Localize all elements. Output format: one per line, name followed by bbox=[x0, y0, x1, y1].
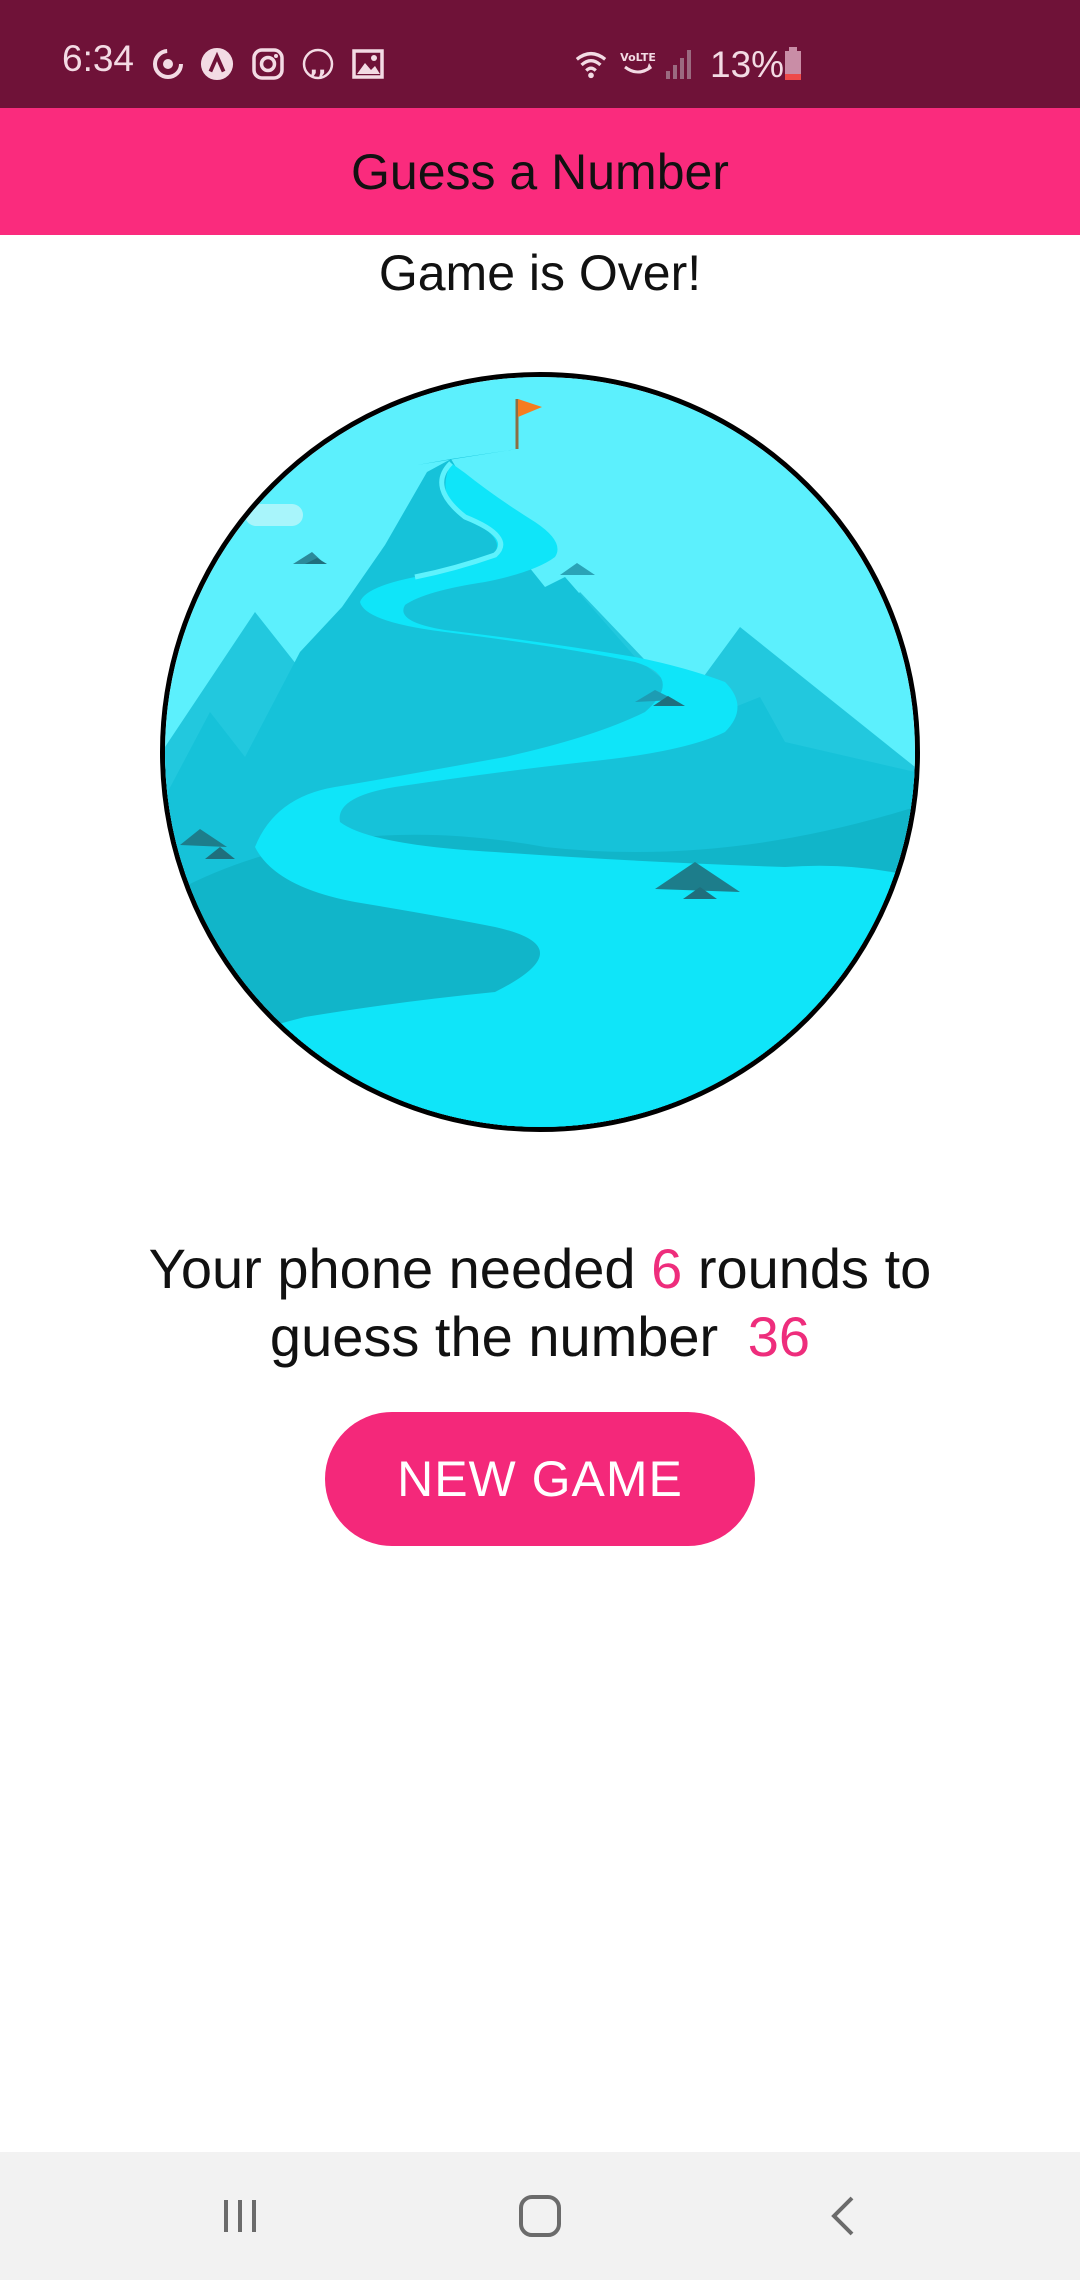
volte-label: VoLTE bbox=[620, 51, 656, 64]
status-time: 6:34 bbox=[62, 38, 135, 79]
navigation-bar bbox=[0, 2152, 1080, 2280]
wifi-icon bbox=[574, 47, 608, 81]
back-icon[interactable] bbox=[804, 2176, 884, 2256]
volte-icon: VoLTE bbox=[619, 47, 657, 81]
signal-icon bbox=[662, 47, 696, 81]
app-title: Guess a Number bbox=[351, 143, 729, 200]
quote-icon: ,, bbox=[301, 47, 335, 81]
svg-text:,,: ,, bbox=[310, 55, 327, 80]
app-header: Guess a Number bbox=[0, 108, 1080, 235]
mountain-summit-illustration bbox=[165, 377, 915, 1127]
sync-icon bbox=[151, 47, 185, 81]
app-a-icon bbox=[200, 47, 234, 81]
gallery-icon bbox=[351, 47, 385, 81]
game-over-title: Game is Over! bbox=[378, 245, 702, 301]
recents-icon[interactable] bbox=[200, 2176, 280, 2256]
status-bar: 6:34 ,, VoLTE 13% bbox=[0, 0, 1080, 108]
result-text: Your phone needed 6 rounds to guess the … bbox=[80, 1235, 1000, 1371]
home-icon[interactable] bbox=[500, 2176, 580, 2256]
new-game-button[interactable]: NEW GAME bbox=[325, 1412, 755, 1546]
rounds-count: 6 bbox=[651, 1237, 683, 1300]
battery-percent: 13% bbox=[710, 44, 785, 85]
result-prefix: Your phone needed bbox=[148, 1237, 636, 1300]
summit-image bbox=[160, 372, 920, 1132]
instagram-icon bbox=[251, 47, 285, 81]
battery-icon bbox=[782, 47, 804, 81]
guessed-number: 36 bbox=[747, 1305, 811, 1368]
